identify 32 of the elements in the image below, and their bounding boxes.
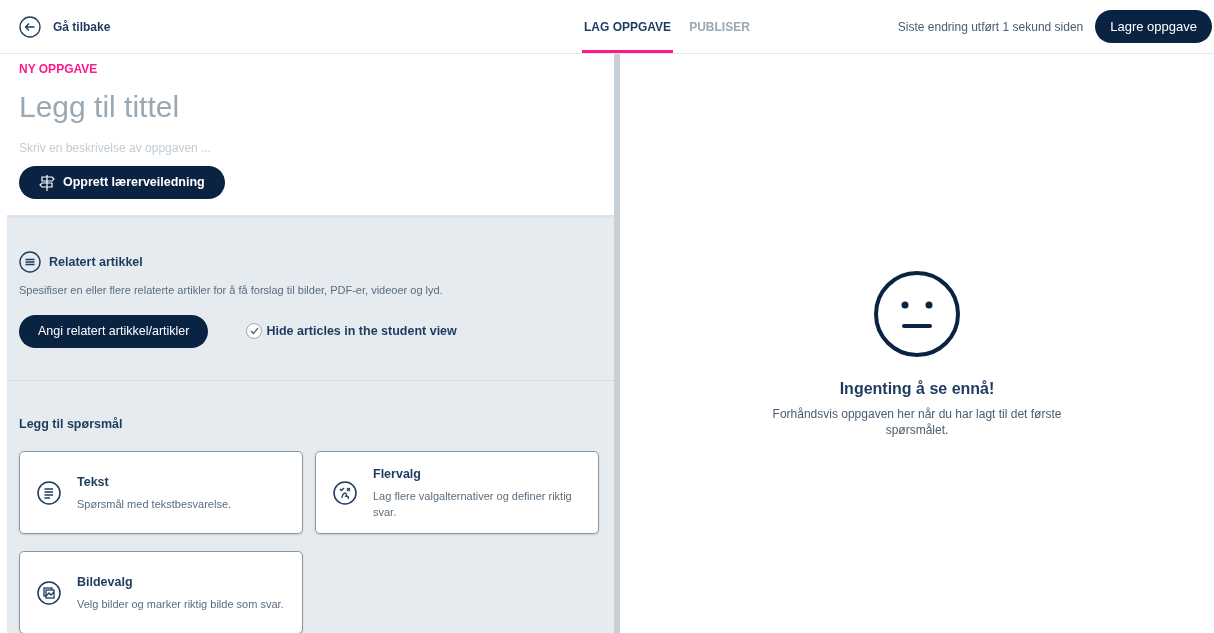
last-saved-text: Siste endring utført 1 sekund siden bbox=[897, 18, 1084, 36]
card-description: Velg bilder og marker riktig bilde som svar. bbox=[77, 597, 284, 613]
teacher-guide-button[interactable]: Opprett lærerveiledning bbox=[19, 166, 225, 199]
card-title: Flervalg bbox=[373, 466, 422, 484]
card-title: Bildevalg bbox=[77, 574, 134, 592]
back-link[interactable]: Gå tilbake bbox=[19, 15, 111, 38]
new-task-label: NY OPPGAVE bbox=[19, 61, 99, 78]
empty-preview-text: Forhåndsvis oppgaven her når du har lagt til det første spørsmålet. bbox=[771, 406, 1063, 438]
card-title: Tekst bbox=[77, 474, 110, 492]
related-article-button[interactable]: Angi relatert artikkel/artikler bbox=[19, 314, 209, 348]
images-icon bbox=[37, 580, 61, 605]
question-type-card[interactable]: Flervalg Lag flere valgalternativer og definer riktig svar. bbox=[315, 451, 599, 535]
description-field[interactable]: Skriv en beskrivelse av oppgaven ... bbox=[19, 138, 602, 158]
title-field[interactable]: Legg til tittel bbox=[19, 86, 602, 126]
card-description: Spørsmål med tekstbesvarelse. bbox=[77, 497, 232, 513]
text-lines-icon bbox=[37, 480, 61, 505]
scrollbar[interactable] bbox=[614, 54, 620, 633]
checkbox[interactable] bbox=[246, 323, 263, 339]
add-question-heading: Legg til spørsmål bbox=[19, 415, 124, 433]
card-description: Lag flere valgalternativer og definer riktig svar. bbox=[373, 489, 573, 521]
check-icon bbox=[249, 327, 259, 335]
save-button[interactable]: Lagre oppgave bbox=[1095, 10, 1212, 43]
question-type-card[interactable]: Tekst Spørsmål med tekstbesvarelse. bbox=[19, 451, 303, 535]
neutral-face-icon bbox=[873, 270, 961, 358]
hide-articles-checkbox[interactable]: Hide articles in the student view bbox=[246, 321, 457, 341]
empty-preview-heading: Ingenting å se ennå! bbox=[839, 379, 995, 399]
hand-choice-icon bbox=[333, 480, 357, 505]
article-icon bbox=[19, 251, 41, 273]
signpost-icon bbox=[39, 173, 55, 192]
related-article-heading: Relatert artikkel bbox=[49, 253, 143, 271]
related-article-description: Spesifiser en eller flere relaterte artikler for å få forslag til bilder, PDF-er, videoer og lyd. bbox=[19, 283, 444, 298]
question-type-card[interactable]: Bildevalg Velg bilder og marker riktig bilde som svar. bbox=[19, 551, 303, 633]
